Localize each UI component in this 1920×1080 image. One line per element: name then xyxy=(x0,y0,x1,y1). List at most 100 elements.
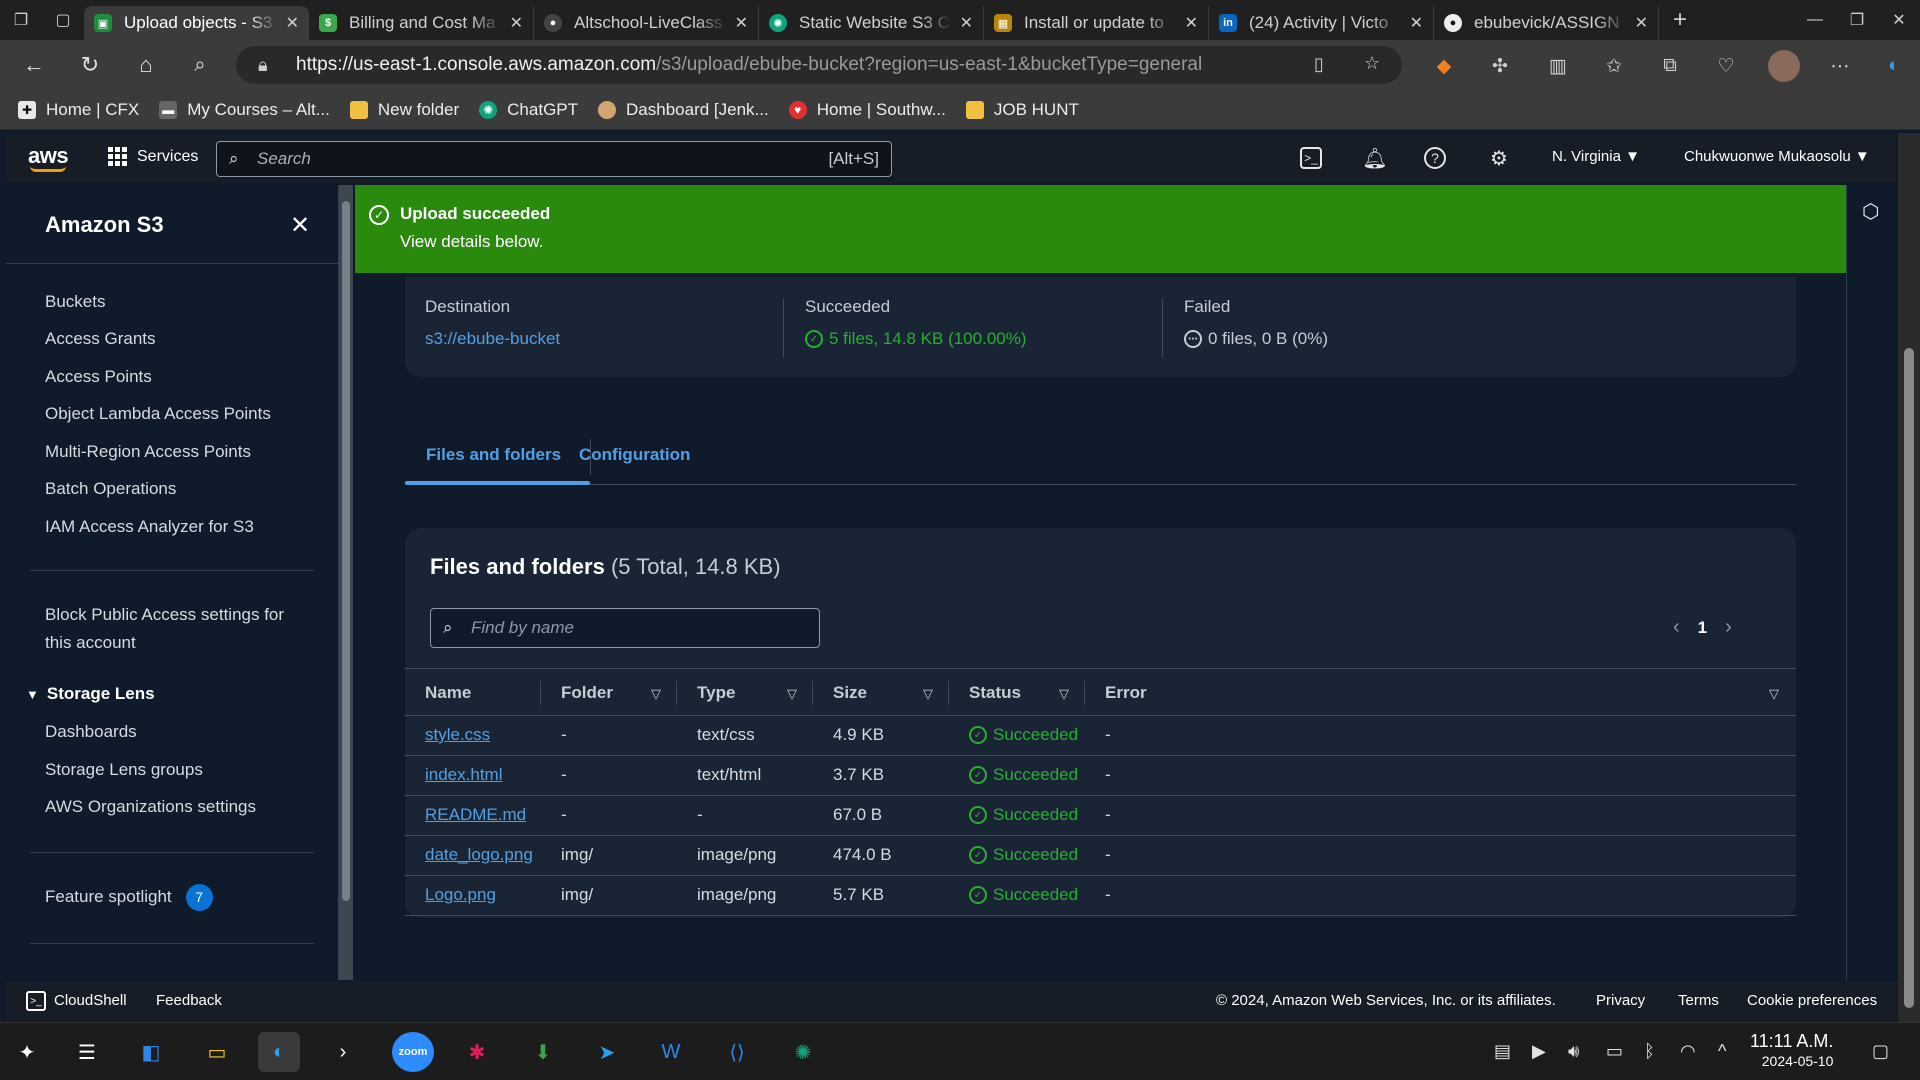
favorite-star-icon[interactable]: ☆ xyxy=(1364,53,1380,74)
cell-name[interactable]: Logo.png xyxy=(425,885,496,905)
tab-configuration[interactable]: Configuration xyxy=(579,445,690,465)
sort-caret-icon[interactable]: ▽ xyxy=(787,686,797,702)
browser-tab[interactable]: ▦ Install or update to ✕ xyxy=(984,6,1209,40)
favorite-link[interactable]: ▬ My Courses – Alt... xyxy=(159,100,330,120)
column-header-status[interactable]: Status xyxy=(969,683,1021,703)
table-row[interactable]: index.html - text/html 3.7 KB ✓ Succeeded - xyxy=(405,756,1796,796)
browser-tab[interactable]: ● ebubevick/ASSIGN ✕ xyxy=(1434,6,1659,40)
prev-page-icon[interactable]: ‹ xyxy=(1673,616,1680,639)
column-separator[interactable] xyxy=(948,681,949,705)
wifi-icon[interactable]: ◠ xyxy=(1680,1041,1696,1062)
search-input[interactable]: ⌕ Search [Alt+S] xyxy=(216,141,892,177)
extensions-icon[interactable]: ✣ xyxy=(1486,52,1514,80)
terms-link[interactable]: Terms xyxy=(1678,992,1719,1009)
notifications-bell-icon[interactable]: 🔔︎ xyxy=(1362,145,1388,171)
column-header-error[interactable]: Error xyxy=(1105,683,1147,703)
table-row[interactable]: README.md - - 67.0 B ✓ Succeeded - xyxy=(405,796,1796,836)
system-clock[interactable]: 11:11 A.M. 2024-05-10 xyxy=(1750,1031,1833,1071)
copilot-icon[interactable]: ◐ xyxy=(1880,52,1908,80)
close-tab-icon[interactable]: ✕ xyxy=(1635,13,1648,33)
close-tab-icon[interactable]: ✕ xyxy=(735,13,748,33)
favorites-icon[interactable]: ✩ xyxy=(1600,52,1628,80)
column-separator[interactable] xyxy=(676,681,677,705)
destination-link[interactable]: s3://ebube-bucket xyxy=(425,329,560,349)
find-by-name-input[interactable]: ⌕ Find by name xyxy=(430,608,820,648)
table-row[interactable]: style.css - text/css 4.9 KB ✓ Succeeded - xyxy=(405,716,1796,756)
minimize-icon[interactable]: — xyxy=(1792,0,1838,40)
home-icon[interactable]: ⌂ xyxy=(118,40,174,90)
back-icon[interactable]: ← xyxy=(6,40,62,90)
sidebar-item-storage-lens-groups[interactable]: Storage Lens groups xyxy=(45,756,203,784)
sort-caret-icon[interactable]: ▽ xyxy=(651,686,661,702)
tab-actions-icon[interactable]: ▢ xyxy=(42,0,84,40)
cloudshell-icon[interactable]: >_ xyxy=(1300,147,1322,169)
cell-name[interactable]: index.html xyxy=(425,765,502,785)
browser-tab[interactable]: ✺ Static Website S3 C ✕ xyxy=(759,6,984,40)
column-header-name[interactable]: Name xyxy=(425,683,471,703)
tab-files-and-folders[interactable]: Files and folders xyxy=(426,445,561,465)
start-icon[interactable]: ✦ xyxy=(6,1032,48,1072)
column-header-folder[interactable]: Folder xyxy=(561,683,613,703)
volume-icon[interactable]: 🔊︎ xyxy=(1568,1041,1579,1062)
services-menu[interactable]: Services xyxy=(108,147,198,166)
sidebar-item-org-settings[interactable]: AWS Organizations settings xyxy=(45,793,256,821)
file-explorer-icon[interactable]: ▭ xyxy=(196,1032,238,1072)
sidebar-scrollbar[interactable] xyxy=(339,185,353,980)
settings-gear-icon[interactable]: ⚙ xyxy=(1486,145,1512,171)
media-play-icon[interactable]: ▶ xyxy=(1532,1041,1546,1062)
more-icon[interactable]: ⋯ xyxy=(1826,52,1854,80)
cloudshell-link[interactable]: CloudShell xyxy=(54,992,127,1009)
profile-avatar[interactable] xyxy=(1768,50,1800,82)
favorite-link[interactable]: Dashboard [Jenk... xyxy=(598,100,769,120)
scrollbar-thumb[interactable] xyxy=(1904,348,1914,1008)
battery-icon[interactable]: ▭ xyxy=(1606,1041,1623,1062)
reader-view-icon[interactable]: ▯ xyxy=(1314,54,1324,75)
column-separator[interactable] xyxy=(812,681,813,705)
bluetooth-icon[interactable]: ᛒ xyxy=(1644,1041,1655,1062)
account-menu[interactable]: Chukwuonwe Mukaosolu ▼ xyxy=(1684,148,1870,165)
close-tab-icon[interactable]: ✕ xyxy=(286,13,299,33)
region-selector[interactable]: N. Virginia ▼ xyxy=(1552,148,1640,165)
page-scrollbar[interactable] xyxy=(1898,133,1920,1023)
next-page-icon[interactable]: › xyxy=(1725,616,1732,639)
vscode-icon[interactable]: ⟨⟩ xyxy=(716,1032,758,1072)
favorite-link[interactable]: ✺ ChatGPT xyxy=(479,100,578,120)
close-window-icon[interactable]: ✕ xyxy=(1876,0,1920,40)
table-row[interactable]: date_logo.png img/image/png 474.0 B ✓ Succee… xyxy=(405,836,1796,876)
whiteboard-icon[interactable]: W xyxy=(650,1032,692,1072)
favorite-link[interactable]: JOB HUNT xyxy=(965,100,1079,120)
clipboard-icon[interactable]: ▤ xyxy=(1494,1041,1511,1062)
telegram-icon[interactable]: ➤ xyxy=(586,1032,628,1072)
column-header-type[interactable]: Type xyxy=(697,683,735,703)
url-field[interactable]: 🔒︎ https://us-east-1.console.aws.amazon.… xyxy=(236,46,1402,84)
scrollbar-thumb[interactable] xyxy=(342,201,350,901)
cell-name[interactable]: date_logo.png xyxy=(425,845,533,865)
workspaces-icon[interactable]: ❐ xyxy=(0,0,42,40)
table-row[interactable]: Logo.png img/image/png 5.7 KB ✓ Succeeded - xyxy=(405,876,1796,916)
favorite-link[interactable]: ✚ Home | CFX xyxy=(18,100,139,120)
browser-tab[interactable]: in (24) Activity | Victo ✕ xyxy=(1209,6,1434,40)
feedback-link[interactable]: Feedback xyxy=(156,992,222,1009)
column-separator[interactable] xyxy=(1084,681,1085,705)
close-tab-icon[interactable]: ✕ xyxy=(960,13,973,33)
favorite-link[interactable]: New folder xyxy=(349,100,459,120)
sidebar-item-buckets[interactable]: Buckets xyxy=(45,288,105,316)
store-icon[interactable]: ◧ xyxy=(130,1032,172,1072)
download-manager-icon[interactable]: ⬇ xyxy=(522,1032,564,1072)
close-tab-icon[interactable]: ✕ xyxy=(1410,13,1423,33)
sidebar-item-object-lambda[interactable]: Object Lambda Access Points xyxy=(45,400,271,428)
column-header-size[interactable]: Size xyxy=(833,683,867,703)
split-screen-icon[interactable]: ▥ xyxy=(1544,52,1572,80)
sidebar-item-block-public-access[interactable]: Block Public Access settings for this ac… xyxy=(45,601,315,657)
column-separator[interactable] xyxy=(540,681,541,705)
sidebar-item-access-grants[interactable]: Access Grants xyxy=(45,325,156,353)
browser-tab[interactable]: ▣ Upload objects - S3 ✕ xyxy=(84,6,309,40)
close-tab-icon[interactable]: ✕ xyxy=(510,13,523,33)
terminal-icon[interactable]: › xyxy=(322,1032,364,1072)
slack-icon[interactable]: ✱ xyxy=(456,1032,498,1072)
storage-lens-section[interactable]: ▼ Storage Lens xyxy=(26,684,155,704)
edge-browser-icon[interactable]: ◐ xyxy=(258,1032,300,1072)
chatgpt-app-icon[interactable]: ✺ xyxy=(782,1032,824,1072)
zoom-icon[interactable]: zoom xyxy=(392,1032,434,1072)
task-manager-icon[interactable]: ☰ xyxy=(66,1032,108,1072)
